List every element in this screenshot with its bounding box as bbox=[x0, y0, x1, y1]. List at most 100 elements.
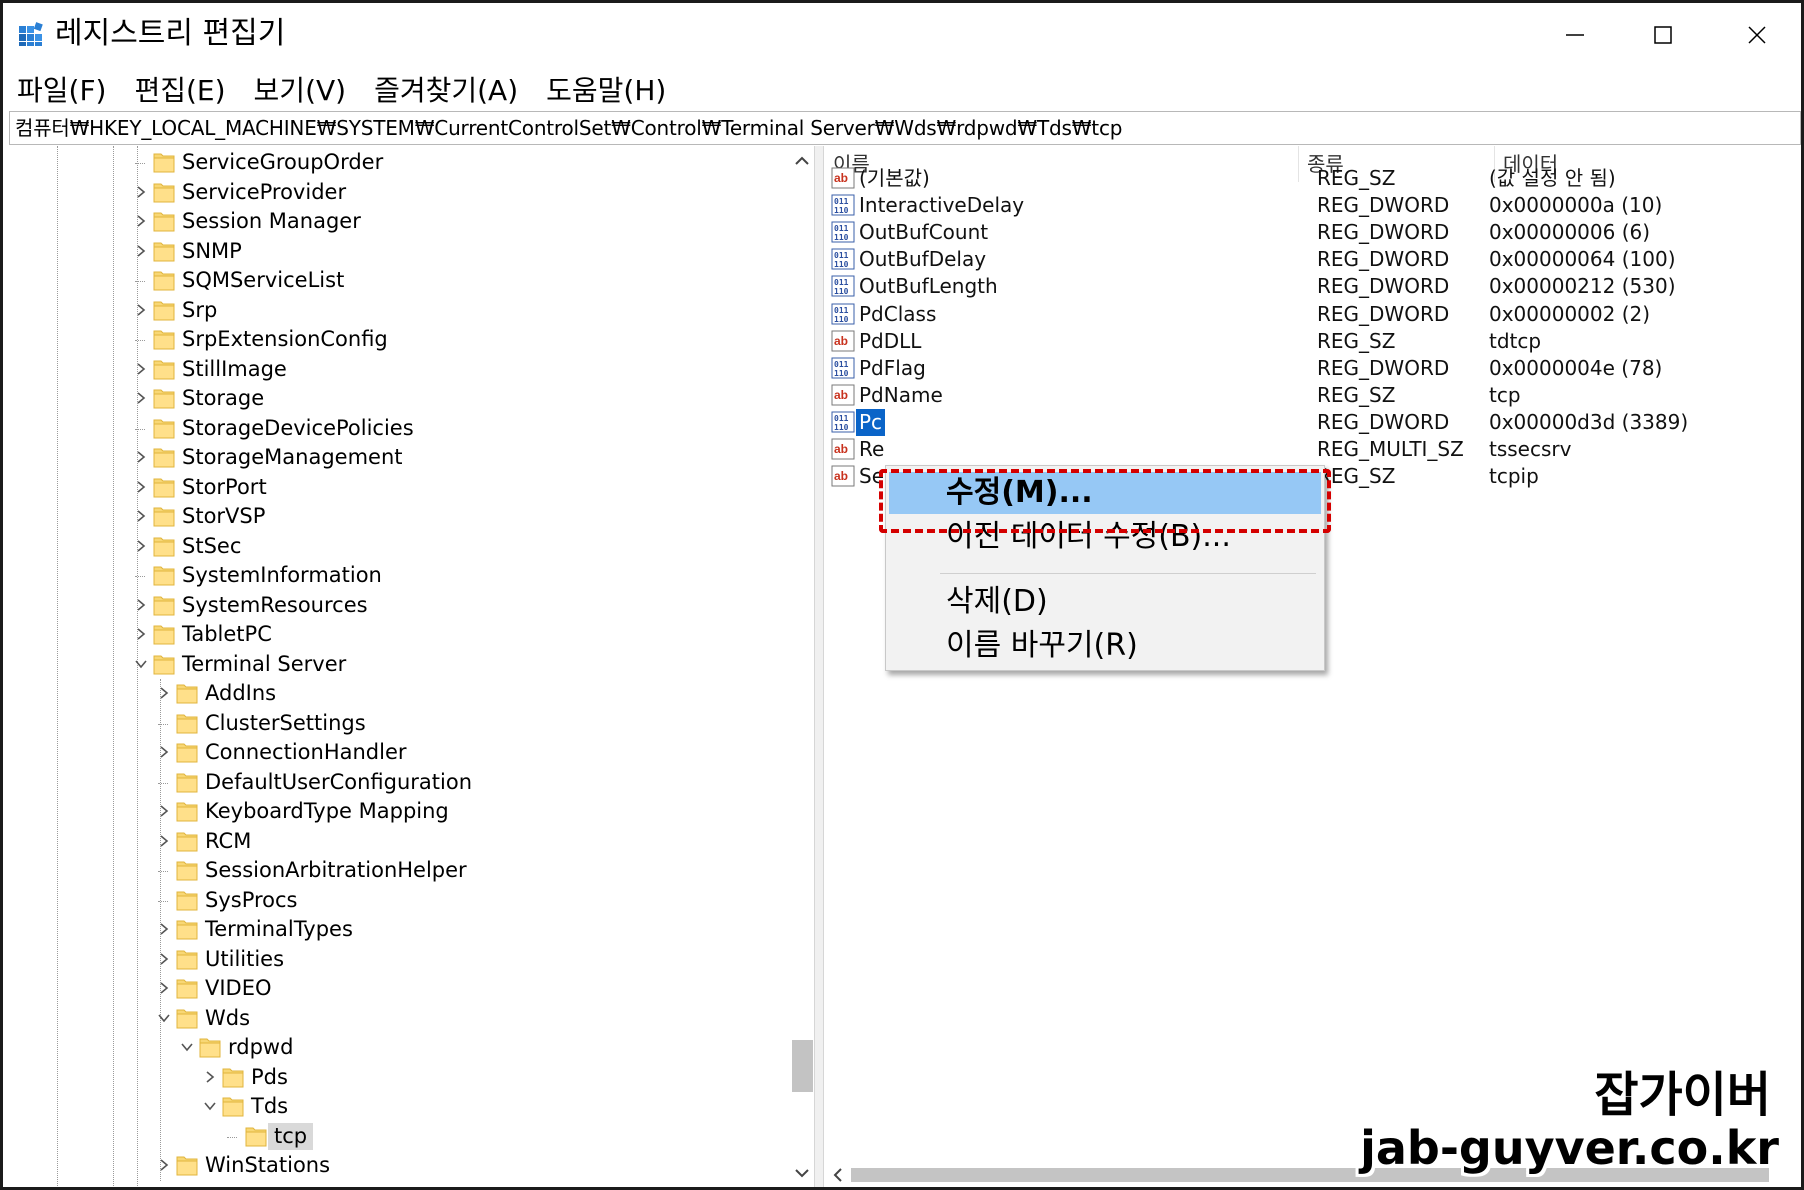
folder-icon bbox=[153, 360, 175, 379]
scroll-down-arrow-icon[interactable] bbox=[793, 1164, 811, 1182]
tree-vertical-scrollbar[interactable] bbox=[789, 146, 813, 1187]
tree-item[interactable]: SystemInformation bbox=[9, 561, 789, 591]
value-name: OutBufDelay bbox=[859, 247, 987, 272]
tree-scroll-thumb[interactable] bbox=[792, 1040, 813, 1092]
tree-item[interactable]: StorPort bbox=[9, 473, 789, 503]
chevron-right-icon[interactable] bbox=[133, 538, 149, 554]
tree-item[interactable]: SNMP bbox=[9, 237, 789, 267]
binary-value-icon: 011110 bbox=[831, 248, 855, 270]
tree-item[interactable]: RCM bbox=[9, 827, 789, 857]
tree-item[interactable]: Terminal Server bbox=[9, 650, 789, 680]
tree-item[interactable]: StillImage bbox=[9, 355, 789, 385]
tree-item[interactable]: ServiceGroupOrder bbox=[9, 148, 789, 178]
chevron-down-icon[interactable] bbox=[179, 1039, 195, 1055]
chevron-right-icon[interactable] bbox=[133, 390, 149, 406]
tree-item[interactable]: TabletPC bbox=[9, 620, 789, 650]
chevron-right-icon[interactable] bbox=[156, 951, 172, 967]
tree-item-label: SNMP bbox=[182, 238, 242, 263]
value-data: tssecsrv bbox=[1489, 437, 1572, 461]
tree-item[interactable]: tcp bbox=[9, 1122, 789, 1152]
chevron-right-icon[interactable] bbox=[133, 479, 149, 495]
menu-favorites[interactable]: 즐겨찾기(A) bbox=[372, 69, 520, 109]
binary-value-icon: 011110 bbox=[831, 303, 855, 324]
tree-item-label: TabletPC bbox=[182, 622, 272, 646]
tree-item[interactable]: Wds bbox=[9, 1004, 789, 1034]
chevron-right-icon[interactable] bbox=[156, 980, 172, 996]
tree-item-label: DefaultUserConfiguration bbox=[205, 769, 473, 794]
tree-item[interactable]: Storage bbox=[9, 384, 789, 414]
tree-item-label: Utilities bbox=[205, 946, 285, 971]
tree-connector bbox=[227, 1136, 237, 1138]
tree-item[interactable]: ConnectionHandler bbox=[9, 738, 789, 768]
chevron-right-icon[interactable] bbox=[156, 803, 172, 819]
tree-item-label: tcp bbox=[268, 1122, 314, 1150]
chevron-down-icon[interactable] bbox=[202, 1098, 218, 1114]
tree-item[interactable]: StSec bbox=[9, 532, 789, 562]
menu-view[interactable]: 보기(V) bbox=[252, 69, 349, 109]
menu-help[interactable]: 도움말(H) bbox=[544, 69, 668, 109]
chevron-right-icon[interactable] bbox=[133, 508, 149, 524]
chevron-right-icon[interactable] bbox=[133, 302, 149, 318]
chevron-down-icon[interactable] bbox=[133, 656, 149, 672]
menu-edit[interactable]: 편집(E) bbox=[132, 69, 227, 109]
tree-item-label: Tds bbox=[251, 1094, 289, 1118]
tree-item[interactable]: Pds bbox=[9, 1063, 789, 1093]
maximize-button[interactable] bbox=[1643, 17, 1683, 53]
pane-splitter[interactable] bbox=[814, 146, 824, 1187]
minimize-button[interactable] bbox=[1555, 17, 1595, 53]
tree-item[interactable]: KeyboardType Mapping bbox=[9, 797, 789, 827]
menu-file[interactable]: 파일(F) bbox=[15, 69, 108, 109]
value-name: (기본값) bbox=[859, 166, 930, 190]
context-menu-modify[interactable]: 수정(M)... bbox=[889, 472, 1321, 514]
tree-item[interactable]: AddIns bbox=[9, 679, 789, 709]
tree-item[interactable]: ClusterSettings bbox=[9, 709, 789, 739]
close-button[interactable] bbox=[1737, 17, 1777, 53]
tree-item[interactable]: StorageDevicePolicies bbox=[9, 414, 789, 444]
context-menu-rename[interactable]: 이름 바꾸기(R) bbox=[889, 625, 1321, 667]
tree-item[interactable]: Utilities bbox=[9, 945, 789, 975]
tree-item[interactable]: Srp bbox=[9, 296, 789, 326]
value-type: REG_DWORD bbox=[1317, 247, 1450, 272]
tree-item[interactable]: SystemResources bbox=[9, 591, 789, 621]
chevron-down-icon[interactable] bbox=[156, 1010, 172, 1026]
tree-item[interactable]: SQMServiceList bbox=[9, 266, 789, 296]
folder-icon bbox=[176, 1009, 198, 1028]
context-menu-delete[interactable]: 삭제(D) bbox=[889, 581, 1321, 623]
chevron-right-icon[interactable] bbox=[133, 626, 149, 642]
scroll-left-arrow-icon[interactable] bbox=[829, 1166, 847, 1184]
chevron-right-icon[interactable] bbox=[133, 361, 149, 377]
address-bar[interactable]: 컴퓨터₩HKEY_LOCAL_MACHINE₩SYSTEM₩CurrentCon… bbox=[9, 111, 1801, 145]
chevron-right-icon[interactable] bbox=[156, 1157, 172, 1173]
tree-item[interactable]: Session Manager bbox=[9, 207, 789, 237]
tree-item[interactable]: StorageManagement bbox=[9, 443, 789, 473]
chevron-right-icon[interactable] bbox=[156, 921, 172, 937]
tree-item[interactable]: StorVSP bbox=[9, 502, 789, 532]
tree-item[interactable]: VIDEO bbox=[9, 974, 789, 1004]
chevron-right-icon[interactable] bbox=[156, 744, 172, 760]
tree-item[interactable]: Tds bbox=[9, 1092, 789, 1122]
tree-item[interactable]: DefaultUserConfiguration bbox=[9, 768, 789, 798]
tree-item[interactable]: rdpwd bbox=[9, 1033, 789, 1063]
tree-item-label: StorageDevicePolicies bbox=[182, 415, 414, 440]
chevron-right-icon[interactable] bbox=[156, 685, 172, 701]
tree-item[interactable]: ServiceProvider bbox=[9, 178, 789, 208]
tree-item[interactable]: SysProcs bbox=[9, 886, 789, 916]
tree-item-label: ServiceGroupOrder bbox=[182, 150, 384, 174]
chevron-right-icon[interactable] bbox=[133, 184, 149, 200]
chevron-right-icon[interactable] bbox=[156, 833, 172, 849]
tree-item[interactable]: SrpExtensionConfig bbox=[9, 325, 789, 355]
scroll-up-arrow-icon[interactable] bbox=[793, 152, 811, 170]
folder-icon bbox=[153, 625, 175, 645]
chevron-right-icon[interactable] bbox=[133, 449, 149, 465]
tree-item[interactable]: TerminalTypes bbox=[9, 915, 789, 945]
svg-text:ab: ab bbox=[834, 334, 848, 348]
chevron-right-icon[interactable] bbox=[202, 1069, 218, 1085]
value-data: (값 설정 안 됨) bbox=[1489, 166, 1616, 190]
folder-icon bbox=[153, 419, 175, 438]
chevron-right-icon[interactable] bbox=[133, 213, 149, 229]
chevron-right-icon[interactable] bbox=[133, 597, 149, 613]
chevron-right-icon[interactable] bbox=[133, 243, 149, 259]
tree-item[interactable]: WinStations bbox=[9, 1151, 789, 1181]
tree-item[interactable]: SessionArbitrationHelper bbox=[9, 856, 789, 886]
context-menu-modify-binary[interactable]: 이진 데이터 수정(B)... bbox=[889, 516, 1321, 558]
